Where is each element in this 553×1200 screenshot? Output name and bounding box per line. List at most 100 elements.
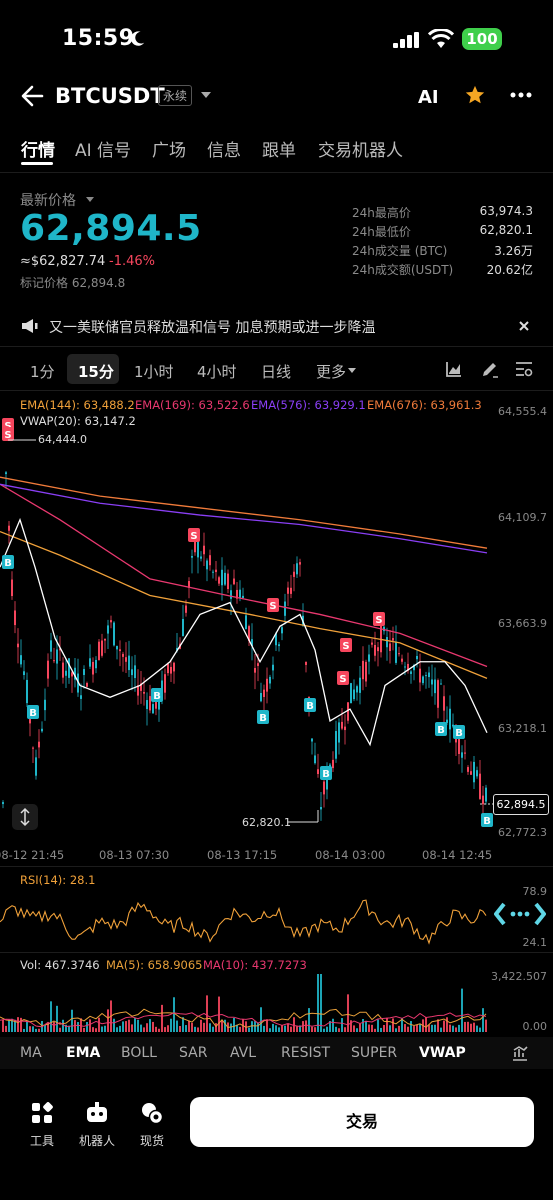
interval-more[interactable]: 更多 (316, 361, 346, 382)
candle-body (113, 622, 115, 646)
volume-bar (386, 1017, 388, 1032)
tab-copy-trade[interactable]: 跟单 (262, 136, 296, 161)
volume-bar (320, 974, 322, 1032)
candlestick-chart[interactable]: SSBBBSBSBBSSSB BB (0, 390, 495, 840)
interval-1h[interactable]: 1小时 (134, 361, 174, 382)
candle-body (98, 641, 100, 661)
candle-body (200, 556, 202, 559)
spot-icon[interactable] (141, 1102, 163, 1124)
volume-bar (104, 1025, 106, 1032)
indicator-avl[interactable]: AVL (230, 1045, 256, 1061)
star-favorite-icon[interactable] (464, 84, 486, 106)
news-ticker[interactable]: 又一美联储官员释放温和信号 加息预期或进一步降温 (49, 317, 375, 337)
indicator-settings-icon[interactable] (514, 360, 534, 378)
sell-marker-label: S (342, 641, 349, 652)
volume-bar (356, 1028, 358, 1032)
chart-type-icon[interactable] (445, 360, 463, 378)
status-time: 15:59 (62, 26, 135, 51)
volume-bar (194, 1026, 196, 1032)
candle-body (371, 642, 373, 645)
tab-market[interactable]: 行情 (21, 136, 55, 161)
sell-marker-label: S (375, 615, 382, 626)
back-arrow-icon[interactable] (20, 84, 46, 108)
chevron-down-icon[interactable] (86, 197, 94, 202)
interval-15m[interactable]: 15分 (78, 361, 114, 382)
indicator-ema[interactable]: EMA (66, 1045, 100, 1061)
volume-bar (80, 1018, 82, 1032)
volume-bar (83, 1027, 85, 1032)
tab-info[interactable]: 信息 (207, 136, 241, 161)
nav-spot-label[interactable]: 现货 (122, 1132, 182, 1149)
tab-ai-signal[interactable]: AI 信号 (75, 136, 131, 161)
vwap-line (0, 517, 488, 747)
tab-trading-bot[interactable]: 交易机器人 (318, 136, 403, 161)
indicator-vwap[interactable]: VWAP (419, 1045, 466, 1061)
volume-bar (176, 1020, 178, 1032)
volume-bar (56, 1005, 58, 1032)
battery-indicator: 100 (462, 28, 502, 50)
candle-body (395, 641, 397, 663)
candle-body (50, 640, 52, 652)
volume-bar (407, 1026, 409, 1032)
indicator-resist[interactable]: RESIST (281, 1045, 330, 1061)
draw-tool-icon[interactable] (480, 359, 500, 379)
indicator-chart-icon[interactable] (511, 1044, 529, 1062)
chart-resize-button[interactable] (12, 804, 38, 830)
candle-body (287, 587, 289, 594)
pair-title[interactable]: BTCUSDT (55, 84, 165, 108)
candle-body (209, 555, 211, 566)
nav-robot-label[interactable]: 机器人 (67, 1132, 127, 1149)
volume-bar (23, 1028, 25, 1032)
candle-body (80, 695, 82, 699)
volume-bar (53, 1022, 55, 1032)
last-price-label[interactable]: 最新价格 (20, 190, 76, 210)
tab-square[interactable]: 广场 (152, 136, 186, 161)
interval-1d[interactable]: 日线 (261, 361, 291, 382)
interval-4h[interactable]: 4小时 (197, 361, 237, 382)
candle-body (20, 655, 22, 665)
volume-bar (203, 1022, 205, 1032)
price-tick: 64,109.7 (498, 511, 547, 524)
divider (0, 346, 553, 347)
ema144-line (0, 531, 488, 679)
candle-body (122, 653, 124, 657)
candle-body (449, 708, 451, 730)
indicator-boll[interactable]: BOLL (121, 1045, 157, 1061)
candle-body (194, 541, 196, 553)
candle-body (182, 619, 184, 637)
buy-marker-label: B (455, 728, 463, 739)
volume-bar (392, 1018, 394, 1032)
interval-1m[interactable]: 1分 (30, 361, 55, 382)
volume-bar (263, 1025, 265, 1032)
volume-bar (332, 1018, 334, 1032)
volume-bar (311, 1026, 313, 1032)
tools-icon[interactable] (31, 1102, 53, 1124)
candle-body (56, 649, 58, 664)
candle-body (191, 555, 193, 558)
chevron-down-icon[interactable] (348, 368, 356, 373)
volume-bar (371, 1024, 373, 1032)
indicator-ma[interactable]: MA (20, 1045, 42, 1061)
indicator-sar[interactable]: SAR (179, 1045, 207, 1061)
candle-body (428, 672, 430, 678)
candle-body (233, 578, 235, 585)
candle-body (221, 569, 223, 586)
trade-button[interactable]: 交易 (190, 1097, 534, 1147)
nav-tools-label[interactable]: 工具 (12, 1132, 72, 1149)
ai-button[interactable]: AI (418, 87, 439, 108)
ai-analysis-icon[interactable] (494, 901, 546, 927)
volume-bar (122, 1021, 124, 1032)
candle-body (293, 571, 295, 577)
close-icon[interactable] (518, 320, 530, 332)
volume-bar (116, 1027, 118, 1032)
volume-bar (458, 1024, 460, 1032)
moon-icon (131, 31, 145, 46)
robot-icon[interactable] (85, 1102, 109, 1124)
volume-bar (101, 1026, 103, 1032)
indicator-super[interactable]: SUPER (351, 1045, 397, 1061)
candle-body (416, 655, 418, 660)
buy-marker-label: B (437, 725, 445, 736)
volume-bar (296, 1026, 298, 1032)
chevron-down-icon[interactable] (201, 92, 211, 98)
more-menu-icon[interactable] (510, 92, 532, 98)
